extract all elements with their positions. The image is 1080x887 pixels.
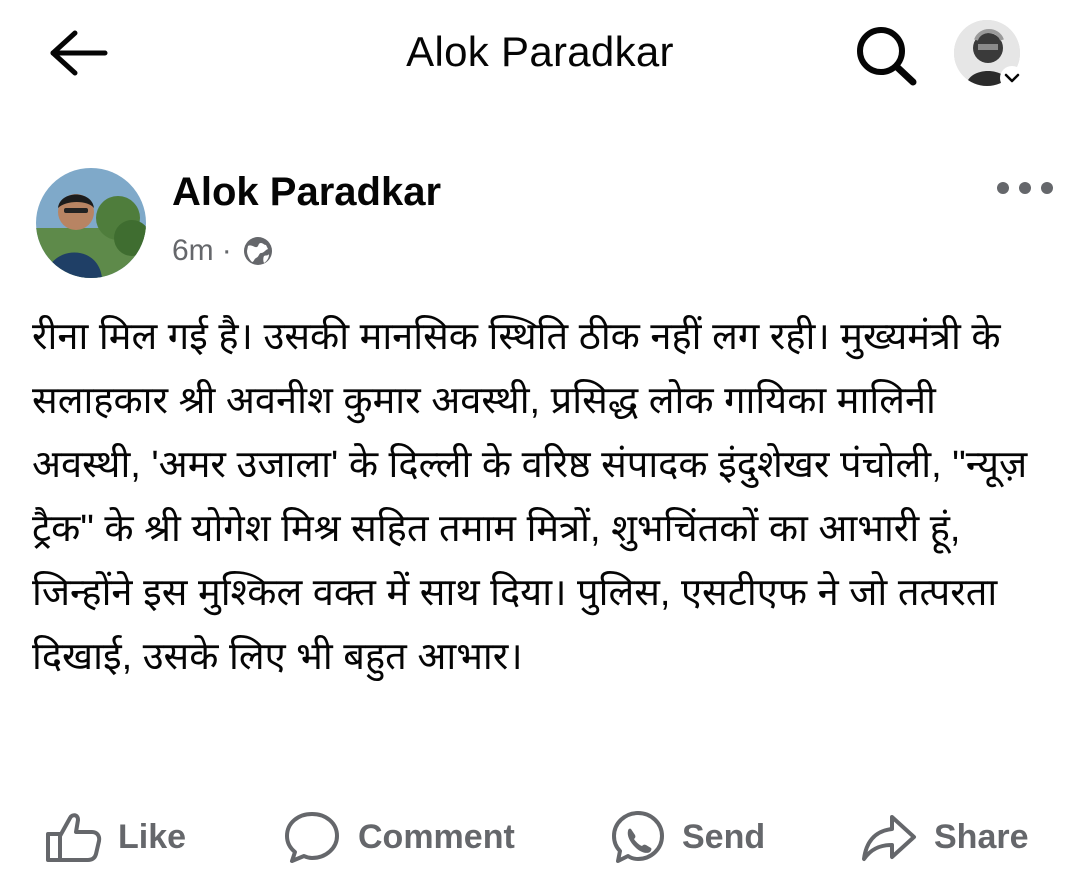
search-button[interactable] <box>850 22 922 88</box>
search-icon <box>857 27 917 86</box>
messenger-send-icon <box>612 811 664 863</box>
like-label: Like <box>118 817 187 856</box>
more-horizontal-icon <box>997 182 1053 194</box>
top-app-bar: Alok Paradkar <box>0 0 1080 110</box>
post-timestamp[interactable]: 6m <box>172 234 214 268</box>
send-button[interactable]: Send <box>610 800 765 874</box>
comment-button[interactable]: Comment <box>282 800 515 874</box>
author-name[interactable]: Alok Paradkar <box>172 170 441 215</box>
post-actions: Like Comment Send Share <box>0 800 1080 874</box>
meta-separator: · <box>221 234 232 267</box>
share-button[interactable]: Share <box>860 800 1029 874</box>
globe-icon[interactable] <box>242 235 274 267</box>
send-label: Send <box>682 817 766 856</box>
comment-icon <box>285 812 339 863</box>
comment-label: Comment <box>358 817 515 856</box>
profile-menu-button[interactable] <box>952 18 1026 90</box>
share-label: Share <box>934 817 1029 856</box>
like-button[interactable]: Like <box>44 800 186 874</box>
more-options-button[interactable] <box>990 170 1060 206</box>
thumbs-up-icon <box>46 813 102 862</box>
author-avatar[interactable] <box>36 168 146 278</box>
post-meta: 6m · <box>172 230 274 272</box>
chevron-down-icon <box>1000 66 1024 90</box>
post-text: रीना मिल गई है। उसकी मानसिक स्थिति ठीक न… <box>32 316 1038 678</box>
share-icon <box>862 815 916 861</box>
